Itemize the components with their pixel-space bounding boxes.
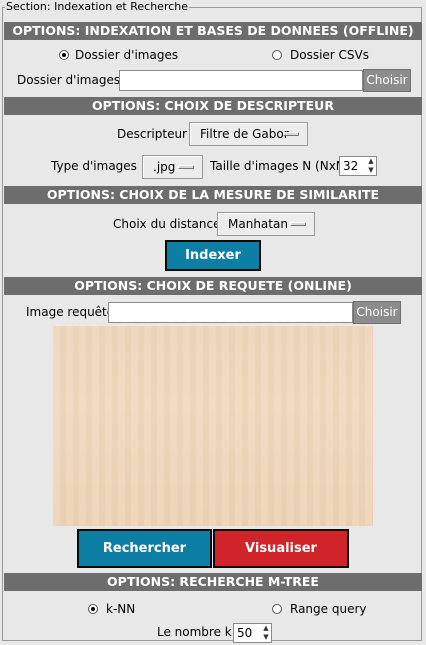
- descriptor-header: OPTIONS: CHOIX DE DESCRIPTEUR: [4, 97, 422, 115]
- query-image-input[interactable]: [108, 302, 353, 323]
- mtree-header: OPTIONS: RECHERCHE M-TREE: [4, 573, 422, 591]
- spin-arrows-icon[interactable]: ▲ ▼: [261, 624, 271, 642]
- radio-dossier-csvs[interactable]: [272, 50, 282, 60]
- image-type-value: .jpg: [153, 160, 176, 174]
- image-size-label: Taille d'images N (NxN):: [210, 159, 354, 173]
- folder-input[interactable]: [119, 70, 363, 91]
- k-value: 50: [237, 626, 253, 640]
- query-image-label: Image requête:: [26, 305, 119, 319]
- radio-range-query-label: Range query: [290, 602, 367, 616]
- image-size-value: 32: [343, 159, 359, 173]
- similarity-header: OPTIONS: CHOIX DE LA MESURE DE SIMILARIT…: [4, 186, 422, 204]
- k-label: Le nombre k :: [157, 625, 240, 639]
- index-button[interactable]: Indexer: [165, 240, 261, 271]
- image-size-spinbox[interactable]: 32 ▲ ▼: [339, 156, 377, 176]
- image-type-select[interactable]: .jpg: [142, 155, 203, 179]
- k-spinbox[interactable]: 50 ▲ ▼: [233, 623, 272, 643]
- descriptor-select-value: Filtre de Gabor: [200, 127, 289, 141]
- query-header: OPTIONS: CHOIX DE REQUETE (ONLINE): [4, 277, 422, 295]
- visualize-button[interactable]: Visualiser: [213, 529, 349, 568]
- descriptor-select[interactable]: Filtre de Gabor: [189, 122, 308, 146]
- offline-header: OPTIONS: INDEXATION ET BASES DE DONNEES …: [4, 22, 422, 40]
- dropdown-indicator-icon: [178, 165, 194, 169]
- dropdown-indicator-icon: [283, 132, 299, 136]
- spin-arrows-icon[interactable]: ▲ ▼: [366, 157, 376, 175]
- descriptor-label: Descripteur :: [117, 127, 195, 141]
- section-title: Section: Indexation et Recherche: [5, 0, 190, 14]
- radio-dossier-images[interactable]: [59, 50, 69, 60]
- query-image-preview: [53, 326, 373, 526]
- choose-query-button[interactable]: Choisir: [353, 301, 401, 324]
- radio-range-query[interactable]: [272, 604, 282, 614]
- radio-knn-label: k-NN: [106, 602, 136, 616]
- radio-dossier-csvs-label: Dossier CSVs: [290, 48, 370, 62]
- search-button[interactable]: Rechercher: [77, 529, 212, 568]
- folder-label: Dossier d'images :: [17, 73, 128, 87]
- distance-value: Manhatan: [228, 217, 288, 231]
- radio-dossier-images-label: Dossier d'images: [75, 48, 179, 62]
- distance-select[interactable]: Manhatan: [217, 212, 315, 236]
- choose-folder-button[interactable]: Choisir: [363, 69, 411, 92]
- radio-knn[interactable]: [88, 604, 98, 614]
- dropdown-indicator-icon: [290, 222, 306, 226]
- image-type-label: Type d'images :: [51, 159, 145, 173]
- distance-label: Choix du distance :: [113, 217, 229, 231]
